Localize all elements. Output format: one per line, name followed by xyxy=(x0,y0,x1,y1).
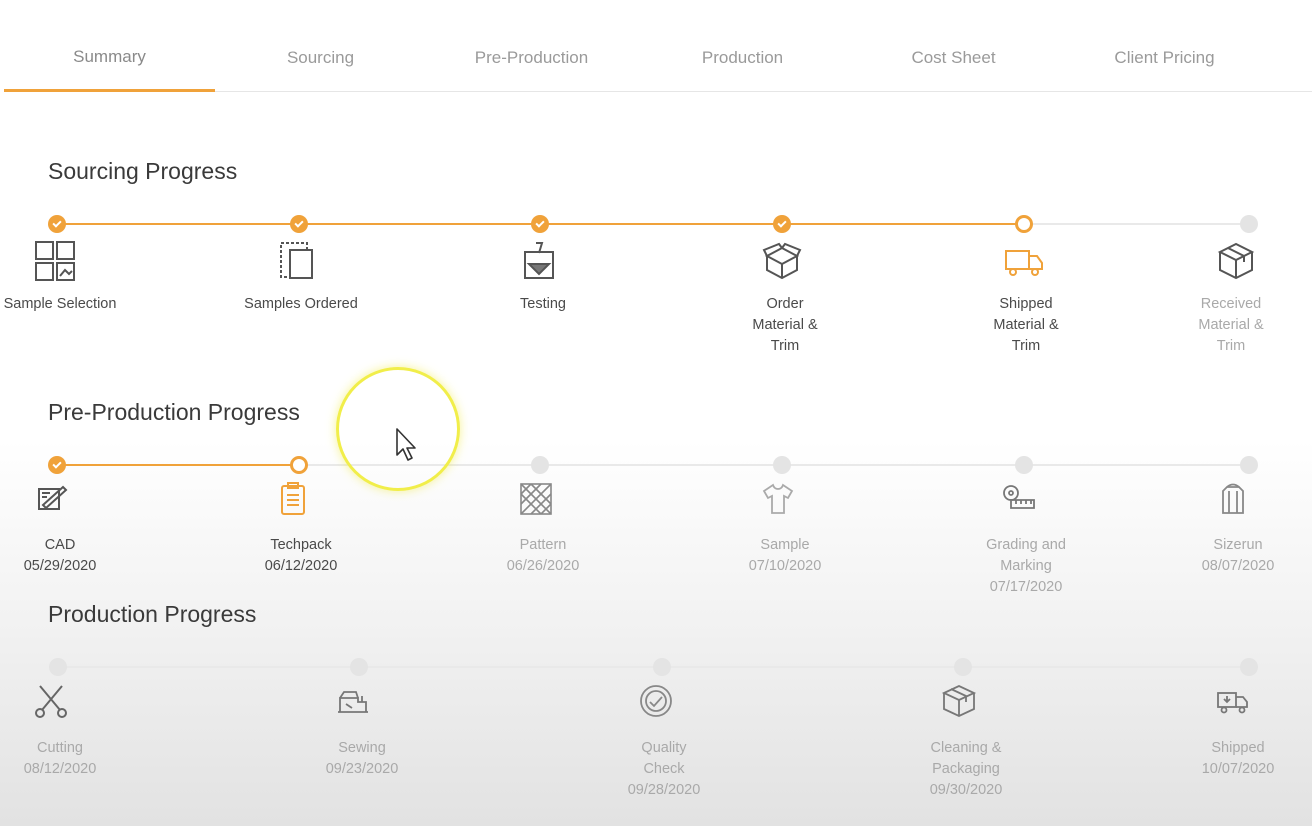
production-step-label: Quality Check 09/28/2020 xyxy=(627,740,701,798)
sample-swatch-icon xyxy=(276,239,320,283)
box-icon xyxy=(937,679,981,723)
sourcing-step-label: Samples Ordered xyxy=(244,296,358,312)
production-step-dot-pending xyxy=(1240,658,1258,676)
production-step-label: Sewing 09/23/2020 xyxy=(325,740,399,777)
pre-production-step-label: Pattern 06/26/2020 xyxy=(506,537,580,574)
mouse-pointer-icon xyxy=(395,427,419,468)
quality-badge-icon xyxy=(634,679,678,723)
pre-production-step-dot-pending xyxy=(773,456,791,474)
production-step-dot-pending xyxy=(653,658,671,676)
pre-production-step-dot-pending xyxy=(531,456,549,474)
tab-pre-production[interactable]: Pre-Production xyxy=(426,24,637,92)
production-step-dot-pending xyxy=(350,658,368,676)
pre-production-step-label: Techpack 06/12/2020 xyxy=(264,537,338,574)
pre-production-step-label: CAD 05/29/2020 xyxy=(23,537,97,574)
sourcing-step-dot xyxy=(290,215,308,233)
sourcing-step-label: Sample Selection xyxy=(3,296,117,312)
measuring-tape-icon xyxy=(997,477,1041,521)
shirt-icon xyxy=(756,477,800,521)
truck-icon xyxy=(1002,239,1046,283)
cad-icon xyxy=(30,477,74,521)
sourcing-step-label: Order Material & Trim xyxy=(752,296,818,354)
package-icon xyxy=(1214,239,1258,283)
sourcing-step-dot-current xyxy=(1015,215,1033,233)
sourcing-step-dot xyxy=(48,215,66,233)
clipboard-icon xyxy=(271,477,315,521)
delivery-truck-icon xyxy=(1211,679,1255,723)
open-box-icon xyxy=(760,239,804,283)
tab-bar: Summary Sourcing Pre-Production Producti… xyxy=(4,24,1312,92)
sourcing-progress-title: Sourcing Progress xyxy=(48,158,238,184)
scissors-icon xyxy=(29,679,73,723)
pre-production-step-dot-pending xyxy=(1015,456,1033,474)
pre-production-progress-title: Pre-Production Progress xyxy=(48,399,300,425)
pre-production-step-label: Grading and Marking 07/17/2020 xyxy=(986,537,1066,595)
pre-production-step-label: Sample 07/10/2020 xyxy=(748,537,822,574)
grid-image-icon xyxy=(33,239,77,283)
tab-summary[interactable]: Summary xyxy=(4,24,215,92)
tab-production[interactable]: Production xyxy=(637,24,848,92)
production-progress-title: Production Progress xyxy=(48,601,257,627)
production-step-label: Cleaning & Packaging 09/30/2020 xyxy=(929,740,1003,798)
beaker-icon xyxy=(518,239,562,283)
pre-production-line-done xyxy=(57,464,299,466)
pre-production-step-dot-pending xyxy=(1240,456,1258,474)
pre-production-step-dot-current xyxy=(290,456,308,474)
sourcing-progress-line-pending xyxy=(1024,223,1249,225)
pattern-icon xyxy=(514,477,558,521)
production-step-label: Shipped 10/07/2020 xyxy=(1201,740,1275,777)
garment-rack-icon xyxy=(1211,477,1255,521)
tab-client-pricing[interactable]: Client Pricing xyxy=(1059,24,1270,92)
production-step-dot-pending xyxy=(49,658,67,676)
sourcing-step-dot-pending xyxy=(1240,215,1258,233)
sewing-machine-icon xyxy=(331,679,375,723)
tab-cost-sheet[interactable]: Cost Sheet xyxy=(848,24,1059,92)
sourcing-step-label: Shipped Material & Trim xyxy=(993,296,1059,354)
pre-production-step-dot xyxy=(48,456,66,474)
production-step-dot-pending xyxy=(954,658,972,676)
sourcing-step-dot xyxy=(773,215,791,233)
production-step-label: Cutting 08/12/2020 xyxy=(23,740,97,777)
sourcing-step-label: Testing xyxy=(520,296,566,312)
pre-production-step-label: Sizerun 08/07/2020 xyxy=(1201,537,1275,574)
tab-sourcing[interactable]: Sourcing xyxy=(215,24,426,92)
sourcing-step-label: Received Material & Trim xyxy=(1198,296,1264,354)
sourcing-step-dot xyxy=(531,215,549,233)
